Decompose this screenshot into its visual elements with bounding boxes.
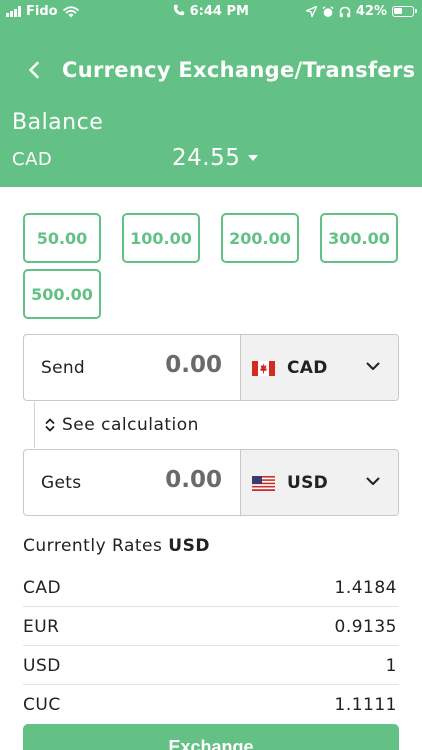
phone-icon (173, 4, 185, 16)
exchange-button[interactable]: Exchange (23, 724, 399, 750)
gets-row: Gets USD (23, 449, 399, 516)
chevron-left-icon (29, 61, 39, 79)
page-title: Currency Exchange/Transfers (62, 58, 416, 82)
gets-currency-select[interactable]: USD (240, 450, 398, 515)
gets-amount-input[interactable] (112, 467, 222, 493)
caret-down-icon (248, 155, 259, 161)
status-bar: Fido 6:44 PM 42% (0, 0, 422, 24)
balance-amount: 24.55 (172, 145, 241, 171)
chevron-up-down-icon (45, 418, 55, 432)
rate-value: 1 (385, 656, 397, 676)
rate-row: USD 1 (23, 646, 399, 685)
canada-flag-icon (252, 361, 275, 376)
rates-base-currency: USD (168, 536, 210, 556)
balance-currency: CAD (12, 149, 53, 170)
rates-title-prefix: Currently Rates (23, 536, 163, 556)
status-time: 6:44 PM (189, 4, 249, 19)
send-currency-select[interactable]: CAD (240, 335, 398, 400)
balance-label: Balance (12, 110, 104, 135)
send-label: Send (41, 358, 86, 378)
preset-amount-button[interactable]: 200.00 (221, 213, 299, 263)
header: Fido 6:44 PM 42% Currency Exchange/Trans… (0, 0, 422, 187)
alarm-icon (322, 5, 334, 17)
rate-row: EUR 0.9135 (23, 607, 399, 646)
nav-bar: Currency Exchange/Transfers (0, 50, 422, 94)
balance-amount-dropdown[interactable]: 24.55 (172, 145, 259, 171)
rate-row: CUC 1.1111 (23, 685, 399, 724)
rate-value: 1.4184 (334, 578, 397, 598)
gets-label: Gets (41, 473, 82, 493)
rate-row: CAD 1.4184 (23, 568, 399, 607)
see-calculation-toggle[interactable]: See calculation (34, 402, 234, 448)
send-amount-input[interactable] (112, 352, 222, 378)
send-row: Send CAD (23, 334, 399, 401)
chevron-down-icon (366, 477, 380, 485)
headphones-icon (339, 6, 351, 17)
rate-currency-code: CAD (23, 578, 62, 598)
battery-icon (392, 6, 417, 17)
preset-amount-button[interactable]: 100.00 (122, 213, 200, 263)
preset-amount-button[interactable]: 500.00 (23, 269, 101, 319)
usa-flag-icon (252, 476, 275, 491)
send-currency-code: CAD (287, 358, 328, 378)
see-calculation-label: See calculation (62, 415, 199, 435)
gets-currency-code: USD (287, 473, 329, 493)
location-icon (305, 6, 317, 17)
battery-percent: 42% (355, 4, 387, 19)
rate-currency-code: EUR (23, 617, 60, 637)
back-button[interactable] (20, 56, 48, 84)
rate-value: 0.9135 (334, 617, 397, 637)
chevron-down-icon (366, 362, 380, 370)
rate-currency-code: USD (23, 656, 61, 676)
preset-amount-button[interactable]: 50.00 (23, 213, 101, 263)
rate-currency-code: CUC (23, 695, 61, 715)
rates-title: Currently Rates USD (23, 536, 210, 556)
preset-amount-button[interactable]: 300.00 (320, 213, 398, 263)
rate-value: 1.1111 (334, 695, 397, 715)
